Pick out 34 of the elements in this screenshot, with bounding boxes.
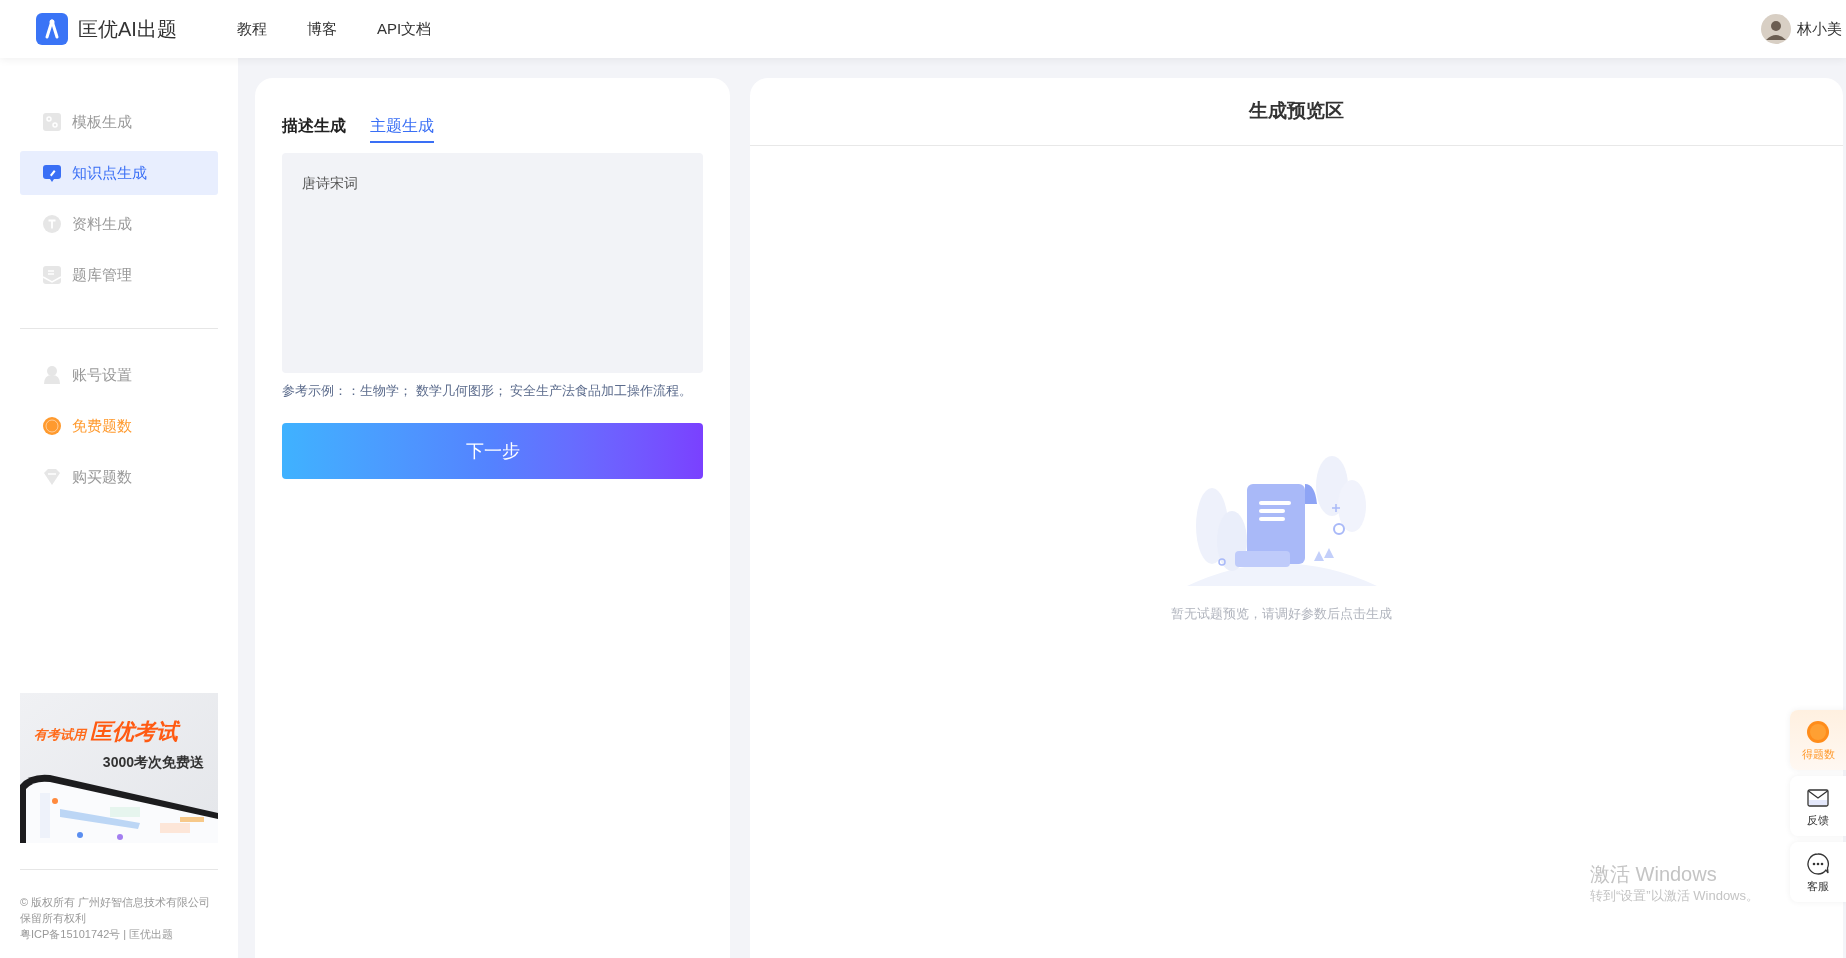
user-name[interactable]: 林小美 — [1797, 17, 1842, 41]
coin-icon — [42, 416, 62, 436]
nav-link[interactable]: 教程 — [236, 17, 267, 41]
empty-preview-message: 暂无试题预览，请调好参数后点击生成 — [1171, 605, 1392, 623]
template-icon — [42, 112, 62, 132]
banner-tagline: 有考试用 — [34, 726, 86, 744]
footer-text: © 版权所有 广州好智信息技术有限公司 — [20, 895, 212, 910]
logo-icon — [36, 13, 68, 45]
example-hint: 参考示例：：生物学； 数学几何图形； 安全生产法食品加工操作流程。 — [282, 382, 694, 400]
brand-name: 匡优AI出题 — [78, 17, 177, 42]
side-float-button[interactable]: 反馈 — [1790, 776, 1846, 836]
next-step-button[interactable]: 下一步 — [282, 423, 703, 479]
nav-link[interactable]: API文档 — [376, 17, 432, 41]
activation-notice-text: 转到“设置”以激活 Windows。 — [1590, 887, 1759, 905]
footer-text: 保留所有权利 — [20, 911, 87, 926]
preview-title: 生成预览区 — [1249, 99, 1344, 124]
chat-pencil-icon — [42, 163, 62, 183]
coin-icon — [1806, 719, 1830, 744]
avatar[interactable] — [1761, 14, 1791, 44]
gem-icon — [42, 467, 62, 487]
sidebar-item[interactable]: 知识点生成 — [20, 151, 218, 195]
footer-text: 粤ICP备15101742号 | 匡优出题 — [20, 927, 175, 942]
activation-notice-title: 激活 Windows — [1590, 862, 1718, 886]
side-float-button[interactable]: 客服 — [1790, 842, 1846, 902]
tab[interactable]: 描述生成 — [282, 114, 346, 143]
person-icon — [42, 365, 62, 385]
promo-banner[interactable]: 有考试用 匡优考试 3000考次免费送 — [20, 693, 218, 843]
letter-t-icon — [42, 214, 62, 234]
banner-offer: 3000考次免费送 — [102, 753, 204, 772]
nav-link[interactable]: 博客 — [306, 17, 337, 41]
tab[interactable]: 主题生成 — [370, 114, 434, 143]
topic-field[interactable]: 唐诗宋词 — [282, 153, 703, 373]
chat-bubble-icon — [1806, 851, 1830, 876]
inbox-icon — [42, 265, 62, 285]
